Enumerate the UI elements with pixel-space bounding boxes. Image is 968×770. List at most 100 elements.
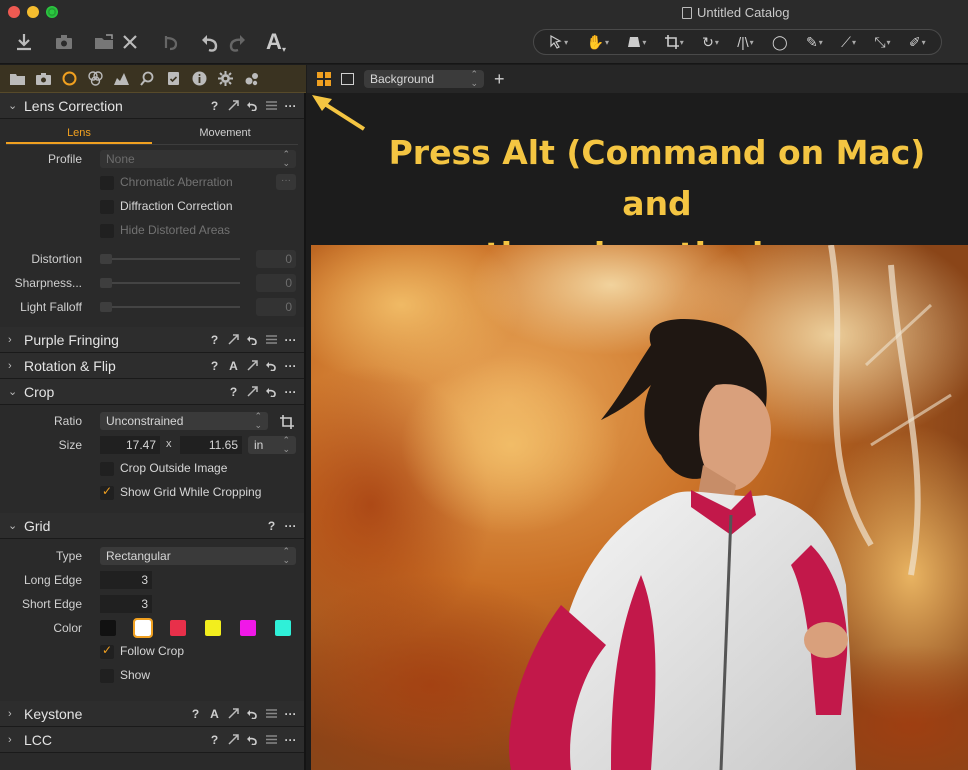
tab-lens[interactable] [61, 70, 78, 87]
help-icon[interactable]: ? [228, 385, 239, 399]
more-options-icon[interactable]: ··· [285, 707, 297, 721]
diffraction-correction-checkbox[interactable] [100, 200, 114, 214]
reset-icon[interactable] [266, 360, 277, 371]
help-icon[interactable]: ? [209, 99, 220, 113]
chevron-right-icon[interactable]: › [8, 334, 20, 346]
chromatic-aberration-checkbox[interactable] [100, 176, 114, 190]
redo-button[interactable] [225, 30, 249, 54]
swatch-black[interactable] [100, 620, 116, 636]
circle-cursor-tool[interactable]: ◯ [772, 34, 788, 51]
add-layer-icon[interactable]: + [494, 70, 505, 88]
layer-select[interactable]: Background ⌃ ⌄ [364, 70, 484, 88]
tool-header-rotation-flip[interactable]: › Rotation & Flip ? A ··· [0, 353, 304, 379]
crop-outside-checkbox[interactable] [100, 462, 114, 476]
grid-type-select[interactable]: Rectangular ⌃ ⌄ [100, 547, 296, 565]
close-window-button[interactable] [8, 6, 20, 18]
chevron-right-icon[interactable]: › [8, 734, 20, 746]
chromatic-options-button[interactable]: ··· [276, 174, 296, 190]
crop-icon[interactable] [279, 414, 295, 430]
minimize-window-button[interactable] [27, 6, 39, 18]
reset-icon[interactable] [247, 708, 258, 719]
chevron-down-icon[interactable]: ⌄ [8, 385, 20, 398]
tool-header-lens-correction[interactable]: ⌄ Lens Correction ? ··· [0, 93, 304, 119]
show-grid-checkbox[interactable] [100, 484, 114, 500]
more-options-icon[interactable]: ··· [285, 359, 297, 373]
swatch-cyan[interactable] [275, 620, 291, 636]
expand-icon[interactable] [228, 100, 239, 111]
light-falloff-value[interactable]: 0 [256, 298, 296, 316]
tab-metadata[interactable] [191, 70, 208, 87]
sharpness-slider[interactable] [100, 278, 240, 288]
unit-select[interactable]: in ⌃ ⌄ [248, 436, 296, 454]
expand-icon[interactable] [228, 334, 239, 345]
import-button[interactable] [12, 30, 36, 54]
chevron-right-icon[interactable]: › [8, 708, 20, 720]
undo-history-button[interactable] [158, 30, 182, 54]
tool-header-lcc[interactable]: › LCC ? ··· [0, 727, 304, 753]
delete-button[interactable] [118, 30, 142, 54]
reset-icon[interactable] [247, 334, 258, 345]
swatch-magenta[interactable] [240, 620, 256, 636]
reset-icon[interactable] [247, 100, 258, 111]
light-falloff-slider[interactable] [100, 302, 240, 312]
crop-height-field[interactable]: 11.65 [180, 436, 242, 454]
help-icon[interactable]: ? [209, 359, 220, 373]
crop-cursor-tool[interactable]: ▾ [664, 35, 684, 49]
capture-button[interactable] [52, 30, 76, 54]
auto-icon[interactable]: A [228, 359, 239, 373]
tab-movement[interactable]: Movement [152, 121, 298, 144]
chevron-right-icon[interactable]: › [8, 360, 20, 372]
sharpness-value[interactable]: 0 [256, 274, 296, 292]
text-tool-button[interactable]: A ▾ [264, 29, 288, 54]
presets-icon[interactable] [266, 708, 277, 719]
more-options-icon[interactable]: ··· [285, 99, 297, 113]
show-grid-overlay-checkbox[interactable] [100, 669, 114, 683]
hide-distorted-checkbox[interactable] [100, 224, 114, 238]
single-view-icon[interactable] [341, 73, 354, 85]
tool-header-grid[interactable]: ⌄ Grid ? ··· [0, 513, 304, 539]
presets-icon[interactable] [266, 734, 277, 745]
select-cursor-tool[interactable]: ▾ [549, 35, 568, 49]
tool-header-crop[interactable]: ⌄ Crop ? ··· [0, 379, 304, 405]
crop-width-field[interactable]: 17.47 [100, 436, 160, 454]
hand-cursor-tool[interactable]: ✋ ▾ [587, 34, 609, 51]
tab-exposure[interactable] [113, 70, 130, 87]
tab-details[interactable] [139, 70, 156, 87]
picker-cursor-tool[interactable]: ⟋ ▾ [841, 34, 856, 51]
more-options-icon[interactable]: ··· [285, 333, 297, 347]
long-edge-field[interactable]: 3 [100, 571, 152, 589]
multi-view-icon[interactable] [317, 72, 331, 86]
help-icon[interactable]: ? [190, 707, 201, 721]
tab-color[interactable] [87, 70, 104, 87]
auto-icon[interactable]: A [209, 707, 220, 721]
expand-icon[interactable] [247, 360, 258, 371]
help-icon[interactable]: ? [209, 733, 220, 747]
tab-batch[interactable] [243, 70, 260, 87]
image-viewer[interactable]: Press Alt (Command on Mac) and then drag… [307, 93, 968, 770]
profile-select[interactable]: None ⌃ ⌄ [100, 150, 296, 168]
presets-icon[interactable] [266, 334, 277, 345]
undo-button[interactable] [198, 30, 222, 54]
eraser-cursor-tool[interactable]: ✐ ▾ [909, 34, 926, 51]
wb-picker-cursor-tool[interactable]: ⤡ ▾ [874, 34, 890, 51]
help-icon[interactable]: ? [209, 333, 220, 347]
chevron-down-icon[interactable]: ⌄ [8, 99, 20, 112]
tab-capture[interactable] [35, 70, 52, 87]
rotate-cursor-tool[interactable]: ↻ ▾ [702, 34, 719, 51]
more-options-icon[interactable]: ··· [285, 385, 297, 399]
tool-header-keystone[interactable]: › Keystone ? A ··· [0, 701, 304, 727]
expand-icon[interactable] [228, 734, 239, 745]
more-options-icon[interactable]: ··· [285, 519, 297, 533]
chevron-down-icon[interactable]: ⌄ [8, 519, 20, 532]
reset-icon[interactable] [247, 734, 258, 745]
tab-adjustments[interactable] [165, 70, 182, 87]
short-edge-field[interactable]: 3 [100, 595, 152, 613]
tab-library[interactable] [9, 70, 26, 87]
distortion-value[interactable]: 0 [256, 250, 296, 268]
swatch-white[interactable] [133, 618, 153, 638]
photo-preview[interactable] [311, 245, 968, 770]
straighten-cursor-tool[interactable]: /|\ ▾ [737, 34, 753, 50]
presets-icon[interactable] [266, 100, 277, 111]
zoom-window-button[interactable] [46, 6, 58, 18]
swatch-yellow[interactable] [205, 620, 221, 636]
